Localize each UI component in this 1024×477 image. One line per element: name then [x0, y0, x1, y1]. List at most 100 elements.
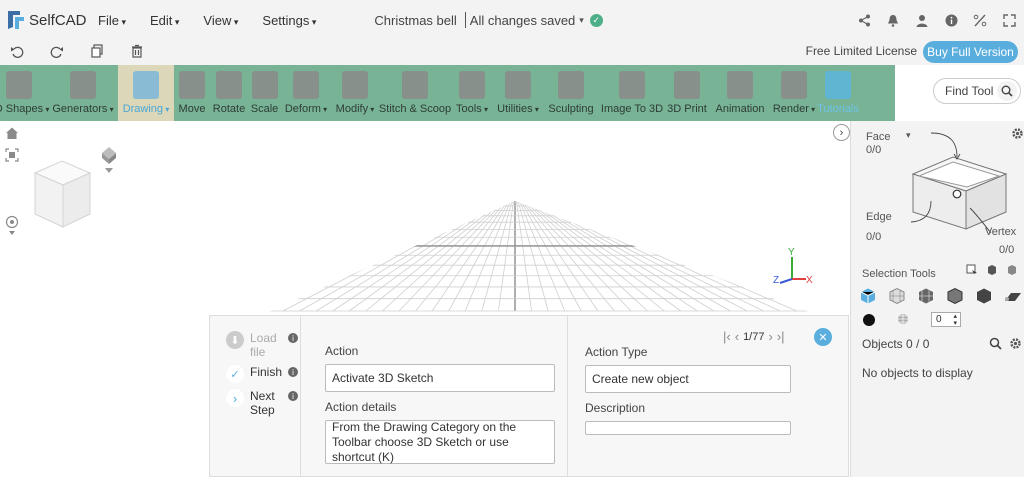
tool-sculpting[interactable]: Sculpting [543, 65, 599, 121]
select-plane-icon[interactable] [1004, 287, 1022, 305]
select-grid-icon[interactable] [917, 287, 935, 305]
collapse-panel-button[interactable]: › [833, 124, 850, 141]
grid-line [522, 201, 599, 312]
select-faces-icon[interactable] [946, 287, 964, 305]
selection-mode-diagram[interactable] [891, 129, 1016, 234]
color-swatch-icon[interactable] [863, 314, 875, 326]
vertex-label[interactable]: Vertex [985, 226, 1016, 238]
select-solid-icon[interactable] [859, 287, 877, 305]
tool-3d-print[interactable]: 3D Print [665, 65, 709, 121]
tool-tutorials[interactable]: Tutorials [817, 65, 859, 121]
objects-settings-gear-icon[interactable] [1009, 337, 1022, 353]
navigation-cube[interactable] [30, 141, 140, 244]
home-view-icon[interactable] [5, 126, 19, 143]
units-icon[interactable] [971, 11, 989, 29]
tool-utilities[interactable]: Utilities [493, 65, 543, 121]
edge-count: 0/0 [866, 231, 882, 243]
saved-check-icon: ✓ [589, 13, 603, 27]
step-finish[interactable]: ✓ Finish i [226, 365, 302, 383]
selection-tool-small-icons [966, 264, 1018, 279]
step-label: Next Step [250, 389, 275, 417]
share-icon[interactable] [855, 11, 873, 29]
tool-label: Sculpting [548, 103, 594, 115]
select-cursor-icon[interactable] [966, 264, 978, 279]
scale-icon [251, 71, 278, 99]
delete-icon[interactable] [128, 44, 146, 61]
description-field[interactable] [585, 421, 791, 435]
redo-icon[interactable] [48, 44, 66, 61]
tool-generators[interactable]: Generators [48, 65, 118, 121]
close-tutorial-button[interactable]: ✕ [814, 328, 832, 346]
menu-file[interactable]: File [98, 13, 138, 28]
cube-icon [6, 71, 32, 99]
description-label: Description [585, 401, 646, 415]
tool-scale[interactable]: Scale [248, 65, 281, 121]
tool-modify[interactable]: Modify [331, 65, 379, 121]
tool-3d-shapes[interactable]: 3D Shapes [0, 65, 48, 121]
menu-settings[interactable]: Settings [262, 13, 328, 28]
edge-label[interactable]: Edge [866, 211, 892, 223]
select-object-icon[interactable] [986, 264, 998, 279]
utilities-icon [505, 71, 531, 99]
step-load-file[interactable]: ⬇ Load file i [226, 331, 302, 359]
next-page-icon[interactable]: › [768, 329, 772, 344]
select-mesh-icon[interactable] [1006, 264, 1018, 279]
last-page-icon[interactable]: ›| [777, 329, 785, 344]
grid-line [464, 201, 511, 312]
copy-icon[interactable] [88, 44, 106, 61]
select-wire-icon[interactable] [888, 287, 906, 305]
sphere-density-icon[interactable] [897, 313, 909, 328]
grid-line [332, 201, 499, 312]
action-field[interactable]: Activate 3D Sketch [325, 364, 555, 392]
undo-icon[interactable] [8, 44, 26, 61]
download-icon: ⬇ [226, 331, 244, 349]
tool-stitch-scoop[interactable]: Stitch & Scoop [379, 65, 451, 121]
menu-edit[interactable]: Edit [150, 13, 191, 28]
face-label[interactable]: Face [866, 131, 890, 143]
tool-rotate[interactable]: Rotate [210, 65, 248, 121]
prev-page-icon[interactable]: ‹ [735, 329, 739, 344]
vertex-count: 0/0 [999, 244, 1015, 256]
select-body-icon[interactable] [975, 287, 993, 305]
tool-image-to-3d[interactable]: Image To 3D [599, 65, 665, 121]
save-status[interactable]: All changes saved [470, 13, 576, 28]
grid-line [526, 201, 648, 312]
tool-render[interactable]: Render [771, 65, 817, 121]
tolerance-number-input[interactable]: 0 ▴ ▾ [931, 312, 961, 327]
tool-deform[interactable]: Deform [281, 65, 331, 121]
document-title[interactable]: Christmas bell [374, 13, 456, 28]
app-logo[interactable]: SelfCAD [6, 9, 90, 31]
action-type-field[interactable]: Create new object [585, 365, 791, 393]
save-status-caret-icon[interactable]: ▾ [579, 15, 584, 26]
camera-fit-icon[interactable] [5, 148, 19, 165]
action-details-field[interactable]: From the Drawing Category on the Toolbar… [325, 420, 555, 464]
tutorial-pager: |‹ ‹ 1/77 › ›| [723, 329, 785, 344]
info-icon[interactable]: i [288, 367, 298, 377]
step-next[interactable]: › Next Step i [226, 389, 302, 417]
user-icon[interactable] [913, 11, 931, 29]
tool-tools[interactable]: Tools [451, 65, 493, 121]
menu-view[interactable]: View [203, 13, 250, 28]
stepper-arrows-icon[interactable]: ▴ ▾ [953, 313, 957, 327]
find-tool-input[interactable]: Find Tool [933, 78, 1021, 104]
info-icon[interactable]: i [288, 333, 298, 343]
grid-line [299, 201, 496, 312]
info-icon[interactable] [942, 11, 960, 29]
grid-line [365, 201, 502, 312]
action-type-label: Action Type [585, 345, 648, 359]
objects-search-icon[interactable] [989, 337, 1002, 353]
tool-move[interactable]: Move [174, 65, 210, 121]
ground-grid [260, 201, 820, 312]
info-icon[interactable]: i [288, 391, 298, 401]
grid-line [538, 201, 781, 312]
buy-full-version-button[interactable]: Buy Full Version [923, 41, 1018, 63]
first-page-icon[interactable]: |‹ [723, 329, 731, 344]
tool-animation[interactable]: Animation [709, 65, 771, 121]
fullscreen-icon[interactable] [1000, 11, 1018, 29]
tool-drawing[interactable]: Drawing [118, 65, 174, 121]
search-icon[interactable] [997, 81, 1017, 101]
bell-icon[interactable] [884, 11, 902, 29]
z-axis-label: Z [773, 275, 779, 286]
orbit-icon[interactable] [5, 215, 19, 240]
title-divider [464, 12, 466, 28]
